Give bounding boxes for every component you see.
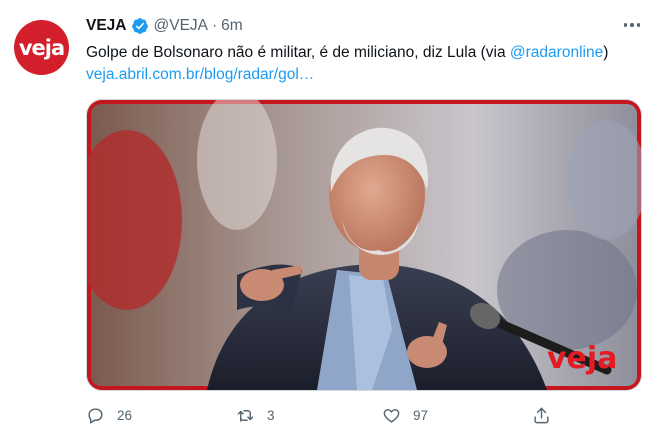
author-name[interactable]: VEJA (86, 17, 127, 35)
heart-icon (383, 408, 400, 423)
reply-button[interactable]: 26 (86, 400, 132, 430)
avatar-logo-text: veja (18, 35, 65, 60)
like-count: 97 (413, 407, 429, 423)
verified-badge-icon (131, 18, 148, 34)
author-handle[interactable]: @VEJA (154, 17, 209, 35)
like-button[interactable]: 97 (382, 400, 428, 430)
mention-link[interactable]: @radaronline (510, 44, 603, 61)
tweet-media-photo[interactable]: veja (86, 99, 642, 391)
media-watermark: veja (547, 341, 617, 376)
avatar[interactable]: veja (14, 20, 69, 75)
tweet-text-close: ) (603, 44, 609, 61)
retweet-count: 3 (267, 407, 275, 423)
reply-icon (88, 407, 103, 424)
share-icon (534, 407, 549, 423)
tweet-actions: 26 3 97 (86, 400, 556, 430)
photo-illustration: veja (87, 100, 641, 390)
retweet-button[interactable]: 3 (236, 400, 275, 430)
tweet-card[interactable]: veja VEJA @VEJA · 6m Golpe de Bolsonaro … (0, 0, 665, 435)
tweet-header: VEJA @VEJA · 6m (86, 15, 243, 37)
more-horizontal-icon[interactable] (620, 14, 644, 36)
tweet-text-main: Golpe de Bolsonaro não é militar, é de m… (86, 44, 510, 61)
reply-count: 26 (117, 407, 133, 423)
tweet-timestamp[interactable]: 6m (221, 17, 243, 35)
article-link[interactable]: veja.abril.com.br/blog/radar/gol… (86, 64, 314, 86)
tweet-text: Golpe de Bolsonaro não é militar, é de m… (86, 42, 646, 64)
share-button[interactable] (532, 400, 551, 430)
retweet-icon (237, 409, 254, 422)
separator-dot: · (212, 17, 218, 34)
